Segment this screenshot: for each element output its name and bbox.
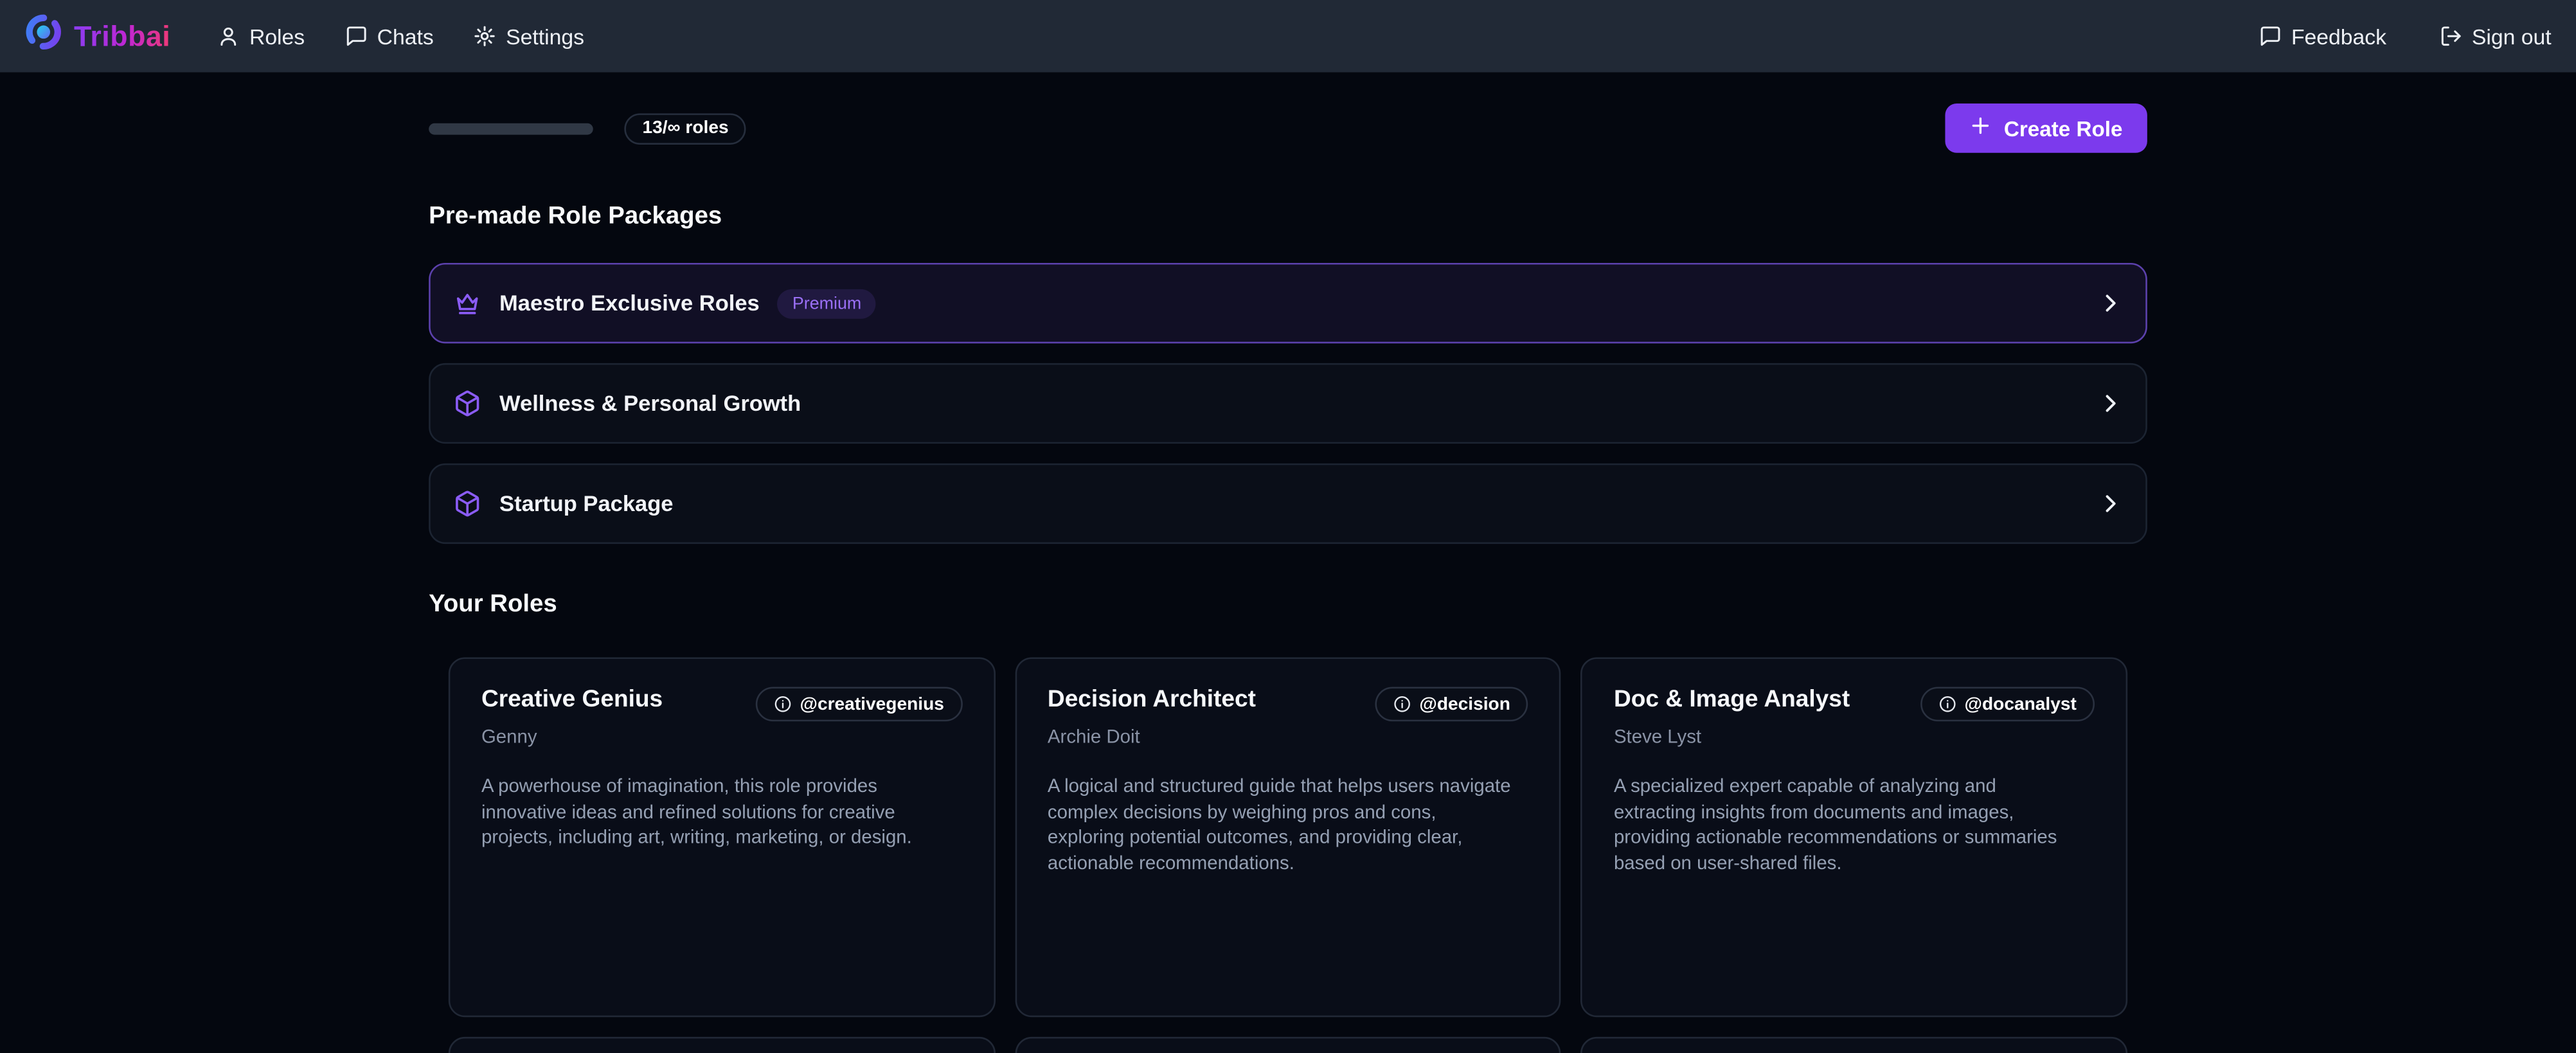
roles-grid: Creative Genius @creativegenius Genny A …: [429, 657, 2147, 1053]
package-row-startup[interactable]: Startup Package: [429, 464, 2147, 544]
card-header: Doc & Image Analyst @docanalyst: [1614, 687, 2095, 721]
role-handle-badge[interactable]: @docanalyst: [1920, 687, 2095, 721]
crown-icon: [453, 289, 481, 317]
role-handle: @creativegenius: [800, 694, 944, 714]
role-card-doc-image-analyst[interactable]: Doc & Image Analyst @docanalyst Steve Ly…: [1581, 657, 2127, 1017]
main-content: 13/∞ roles Create Role Pre-made Role Pac…: [429, 104, 2147, 1053]
package-icon: [453, 390, 481, 417]
package-icon: [453, 490, 481, 518]
brand-logo[interactable]: Tribbai: [24, 13, 170, 59]
role-subtitle: Steve Lyst: [1614, 728, 2095, 748]
role-card-creative-genius[interactable]: Creative Genius @creativegenius Genny A …: [449, 657, 995, 1017]
role-card-partial[interactable]: [1015, 1037, 1561, 1053]
brand-name: Tribbai: [74, 19, 170, 53]
sign-out-button[interactable]: Sign out: [2439, 24, 2552, 48]
package-list: Maestro Exclusive Roles Premium Wellness…: [429, 263, 2147, 544]
role-description: A logical and structured guide that help…: [1048, 775, 1516, 878]
premium-badge: Premium: [778, 289, 876, 318]
roles-toolbar: 13/∞ roles Create Role: [429, 104, 2147, 153]
role-subtitle: Genny: [481, 728, 962, 748]
role-handle-badge[interactable]: @decision: [1375, 687, 1528, 721]
package-name: Wellness & Personal Growth: [499, 391, 801, 415]
feedback-button[interactable]: Feedback: [2258, 24, 2386, 48]
top-nav-bar: Tribbai Roles Chats: [0, 0, 2576, 72]
card-header: Decision Architect @decision: [1048, 687, 1528, 721]
chat-bubble-icon: [344, 24, 368, 48]
tribbai-logo-icon: [24, 13, 62, 59]
role-handle: @decision: [1419, 694, 1510, 714]
chevron-right-icon: [2098, 491, 2122, 516]
user-icon: [217, 24, 240, 48]
role-description: A powerhouse of imagination, this role p…: [481, 775, 949, 852]
log-out-icon: [2439, 24, 2462, 48]
nav-label: Feedback: [2291, 24, 2386, 48]
your-roles-section-title: Your Roles: [429, 590, 2147, 618]
card-header: Creative Genius @creativegenius: [481, 687, 962, 721]
app-viewport: Tribbai Roles Chats: [0, 0, 2576, 1053]
role-card-decision-architect[interactable]: Decision Architect @decision Archie Doit…: [1015, 657, 1561, 1017]
nav-label: Chats: [377, 24, 434, 48]
gear-icon: [473, 24, 496, 48]
role-title: Doc & Image Analyst: [1614, 687, 1850, 713]
create-role-label: Create Role: [2004, 116, 2123, 140]
header-right-nav: Feedback Sign out: [2258, 24, 2552, 48]
info-icon: [774, 695, 792, 713]
packages-section-title: Pre-made Role Packages: [429, 202, 2147, 230]
roles-count-badge: 13/∞ roles: [624, 113, 746, 144]
package-row-wellness[interactable]: Wellness & Personal Growth: [429, 363, 2147, 444]
roles-progress-bar: [429, 122, 593, 134]
info-icon: [1938, 695, 1956, 713]
role-card-partial[interactable]: [1581, 1037, 2127, 1053]
package-name: Maestro Exclusive Roles: [499, 291, 760, 315]
chat-bubble-icon: [2258, 24, 2282, 48]
role-subtitle: Archie Doit: [1048, 728, 1528, 748]
primary-nav: Roles Chats Settings: [217, 24, 584, 48]
nav-item-settings[interactable]: Settings: [473, 24, 584, 48]
nav-label: Settings: [506, 24, 584, 48]
role-handle: @docanalyst: [1965, 694, 2077, 714]
role-handle-badge[interactable]: @creativegenius: [756, 687, 962, 721]
role-description: A specialized expert capable of analyzin…: [1614, 775, 2082, 878]
role-title: Creative Genius: [481, 687, 663, 713]
chevron-right-icon: [2098, 291, 2122, 315]
create-role-button[interactable]: Create Role: [1945, 104, 2147, 153]
plus-icon: [1969, 115, 1990, 141]
role-card-partial[interactable]: [449, 1037, 995, 1053]
package-name: Startup Package: [499, 491, 673, 516]
nav-item-roles[interactable]: Roles: [217, 24, 305, 48]
info-icon: [1393, 695, 1411, 713]
nav-label: Roles: [249, 24, 305, 48]
role-title: Decision Architect: [1048, 687, 1256, 713]
package-row-maestro[interactable]: Maestro Exclusive Roles Premium: [429, 263, 2147, 343]
chevron-right-icon: [2098, 391, 2122, 415]
nav-label: Sign out: [2472, 24, 2552, 48]
nav-item-chats[interactable]: Chats: [344, 24, 434, 48]
